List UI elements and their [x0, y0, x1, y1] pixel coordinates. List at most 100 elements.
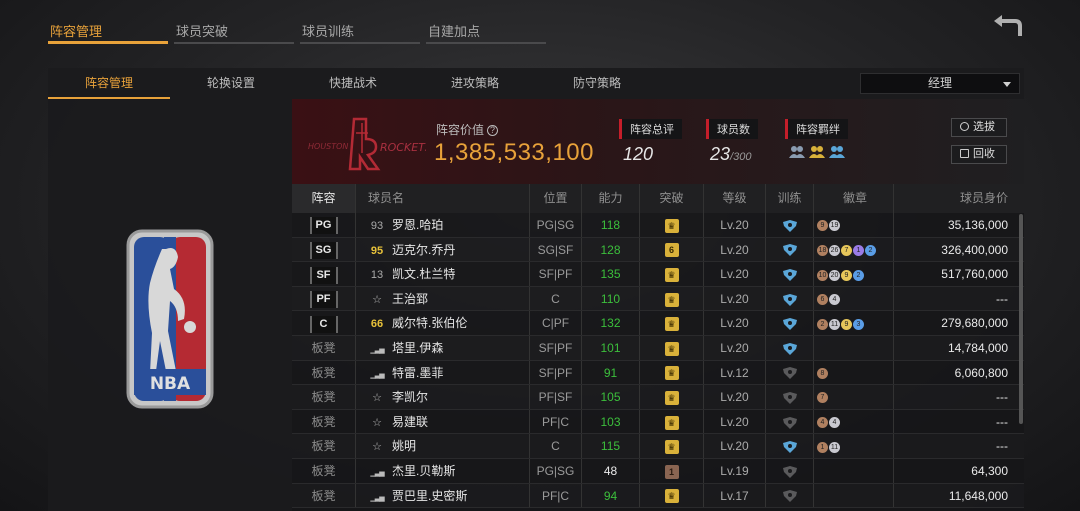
bond-people-icon[interactable] — [829, 145, 845, 159]
badge-icon[interactable]: 11 — [829, 318, 840, 330]
table-row[interactable]: 板凳 ▁▃▅ 塔里.伊森 SF|PF 101 ♛ Lv.20 14,784,000 — [292, 335, 1024, 361]
player-name-cell[interactable]: 93 罗恩.哈珀 — [356, 213, 530, 237]
table-row[interactable]: 板凳 ▁▃▅ 杰里.贝勒斯 PG|SG 48 1 Lv.19 64,300 — [292, 458, 1024, 484]
player-name-cell[interactable]: ☆ 姚明 — [356, 434, 530, 458]
col-level[interactable]: 等级 — [704, 184, 766, 213]
table-row[interactable]: 板凳 ☆ 易建联 PF|C 103 ♛ Lv.20 4 4 --- — [292, 409, 1024, 435]
badge-icon[interactable]: 18 — [817, 244, 828, 256]
manager-dropdown[interactable]: 经理 — [860, 73, 1020, 94]
badge-icon[interactable]: 9 — [817, 220, 828, 232]
col-position[interactable]: 位置 — [530, 184, 582, 213]
badge-icon[interactable]: 1 — [817, 441, 828, 453]
badge-icon[interactable]: 7 — [817, 392, 828, 404]
help-icon[interactable]: ? — [487, 125, 499, 137]
tab-player-breakthrough[interactable]: 球员突破 — [174, 18, 294, 44]
player-name-cell[interactable]: ☆ 易建联 — [356, 409, 530, 434]
player-name-cell[interactable]: ☆ 王治郅 — [356, 286, 530, 311]
training-shield-icon[interactable] — [782, 490, 798, 503]
player-position: SF|PF — [530, 262, 582, 286]
total-rating-value: 120 — [623, 144, 654, 164]
badge-icon[interactable]: 1 — [853, 244, 864, 256]
badge-icon[interactable]: 9 — [841, 318, 852, 330]
subtab-lineup[interactable]: 阵容管理 — [48, 68, 170, 99]
subtab-offense-strategy[interactable]: 进攻策略 — [414, 68, 536, 99]
table-row[interactable]: C 66 威尔特.张伯伦 C|PF 132 ♛ Lv.20 2 11 9 3 279,680,000 — [292, 311, 1024, 336]
back-arrow-icon[interactable] — [990, 14, 1026, 42]
col-training[interactable]: 训练 — [766, 184, 814, 213]
select-button[interactable]: 选拔 — [951, 118, 1007, 137]
recycle-button[interactable]: 回收 — [951, 145, 1007, 164]
subtab-quick-tactics[interactable]: 快捷战术 — [292, 68, 414, 99]
tab-custom-points[interactable]: 自建加点 — [426, 18, 546, 44]
training-cell — [766, 311, 814, 335]
badge-icon[interactable]: 2 — [817, 318, 828, 330]
training-shield-icon[interactable] — [782, 219, 798, 232]
bond-people-icon[interactable] — [789, 145, 805, 159]
col-badges[interactable]: 徽章 — [814, 184, 894, 213]
col-slot[interactable]: 阵容 — [292, 184, 356, 213]
badge-icon[interactable]: 26 — [829, 244, 840, 256]
training-shield-icon[interactable] — [782, 318, 798, 331]
player-level: Lv.20 — [704, 286, 766, 311]
player-count-value: 23/300 — [710, 144, 758, 165]
col-ability[interactable]: 能力 — [582, 184, 640, 213]
badge-icon[interactable]: 19 — [829, 220, 840, 232]
badge-icon[interactable]: 2 — [853, 269, 864, 281]
table-row[interactable]: 板凳 ▁▃▅ 贾巴里.史密斯 PF|C 94 ♛ Lv.17 11,648,000 — [292, 483, 1024, 509]
badges-cell: 18 26 7 1 2 — [814, 237, 894, 262]
training-shield-icon[interactable] — [782, 441, 798, 454]
training-shield-icon[interactable] — [782, 269, 798, 282]
badge-icon[interactable]: 7 — [841, 244, 852, 256]
total-rating-block: 阵容总评 120 — [619, 119, 682, 165]
table-row[interactable]: 板凳 ☆ 姚明 C 115 ♛ Lv.20 1 11 --- — [292, 434, 1024, 459]
badge-icon[interactable]: 4 — [817, 417, 828, 429]
badge-icon[interactable]: 9 — [841, 269, 852, 281]
training-shield-icon[interactable] — [782, 391, 798, 404]
player-name-cell[interactable]: ☆ 李凯尔 — [356, 385, 530, 409]
tab-player-training[interactable]: 球员训练 — [300, 18, 420, 44]
player-name-cell[interactable]: 13 凯文.杜兰特 — [356, 262, 530, 286]
signal-bars-icon: ▁▃▅ — [370, 371, 384, 379]
player-name-cell[interactable]: ▁▃▅ 特雷.墨菲 — [356, 360, 530, 385]
table-row[interactable]: 板凳 ☆ 李凯尔 PF|SF 105 ♛ Lv.20 7 --- — [292, 385, 1024, 410]
training-shield-icon[interactable] — [782, 465, 798, 478]
badge-icon[interactable]: 8 — [817, 367, 828, 379]
lineup-value-label: 阵容价值? — [436, 121, 499, 138]
table-row[interactable]: SF 13 凯文.杜兰特 SF|PF 135 ♛ Lv.20 10 20 9 2 517,760,00… — [292, 262, 1024, 287]
player-name-cell[interactable]: ▁▃▅ 贾巴里.史密斯 — [356, 483, 530, 508]
training-shield-icon[interactable] — [782, 367, 798, 380]
player-name-cell[interactable]: 95 迈克尔.乔丹 — [356, 237, 530, 262]
training-shield-icon[interactable] — [782, 293, 798, 306]
badge-icon[interactable]: 4 — [829, 417, 840, 429]
table-row[interactable]: 板凳 ▁▃▅ 特雷.墨菲 SF|PF 91 ♛ Lv.12 8 6,060,800 — [292, 360, 1024, 386]
player-name-cell[interactable]: ▁▃▅ 杰里.贝勒斯 — [356, 458, 530, 483]
scrollbar[interactable] — [1019, 214, 1023, 424]
player-name-cell[interactable]: ▁▃▅ 塔里.伊森 — [356, 335, 530, 360]
badge-icon[interactable]: 10 — [817, 269, 828, 281]
slot-cell: SG — [292, 237, 356, 262]
player-value: 6,060,800 — [954, 365, 1008, 380]
badge-icon[interactable]: 20 — [829, 269, 840, 281]
subtab-rotation[interactable]: 轮换设置 — [170, 68, 292, 99]
tab-lineup-management[interactable]: 阵容管理 — [48, 18, 168, 44]
badge-icon[interactable]: 6 — [817, 294, 828, 306]
table-row[interactable]: PF ☆ 王治郅 C 110 ♛ Lv.20 6 4 --- — [292, 286, 1024, 312]
badge-icon[interactable]: 2 — [865, 244, 876, 256]
subtab-defense-strategy[interactable]: 防守策略 — [536, 68, 658, 99]
training-shield-icon[interactable] — [782, 342, 798, 355]
training-shield-icon[interactable] — [782, 244, 798, 257]
bond-icons[interactable] — [789, 145, 848, 159]
table-row[interactable]: PG 93 罗恩.哈珀 PG|SG 118 ♛ Lv.20 9 19 35,136,000 — [292, 213, 1024, 238]
training-shield-icon[interactable] — [782, 416, 798, 429]
position-tag: C — [309, 315, 338, 333]
badge-icon[interactable]: 4 — [829, 294, 840, 306]
bond-people-icon[interactable] — [809, 145, 825, 159]
col-player-value[interactable]: 球员身价 — [894, 184, 1024, 213]
col-breakthrough[interactable]: 突破 — [640, 184, 704, 213]
player-name-cell[interactable]: 66 威尔特.张伯伦 — [356, 311, 530, 335]
col-player-name[interactable]: 球员名 — [356, 184, 530, 213]
badge-icon[interactable]: 11 — [829, 441, 840, 453]
table-row[interactable]: SG 95 迈克尔.乔丹 SG|SF 128 6 Lv.20 18 26 7 1 2 326,400,0… — [292, 237, 1024, 263]
breakthrough-cell: ♛ — [640, 409, 704, 434]
badge-icon[interactable]: 3 — [853, 318, 864, 330]
